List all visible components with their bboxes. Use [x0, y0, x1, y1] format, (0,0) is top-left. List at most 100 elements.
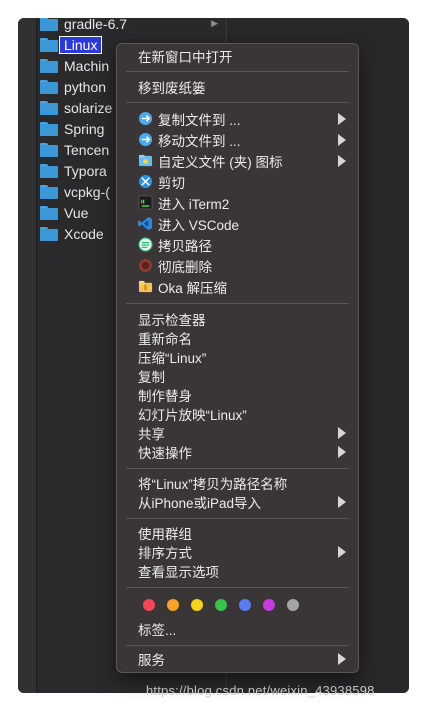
- submenu-arrow-icon: [338, 113, 346, 125]
- menu-item-copy-file-to[interactable]: 复制文件到 ...: [117, 109, 358, 129]
- menu-item-label: 制作替身: [138, 389, 192, 404]
- menu-item-compress[interactable]: 压缩“Linux”: [117, 347, 358, 367]
- menu-item-copy-path[interactable]: 拷贝路径: [117, 235, 358, 255]
- menu-item-label: 拷贝路径: [158, 239, 212, 254]
- menu-item-label: 剪切: [158, 176, 185, 191]
- submenu-arrow-icon: [338, 155, 346, 167]
- submenu-arrow-icon: [338, 496, 346, 508]
- menu-item-open-new-window[interactable]: 在新窗口中打开: [117, 46, 358, 66]
- menu-item-label: 查看显示选项: [138, 565, 219, 580]
- chevron-right-icon: ▶: [211, 18, 218, 28]
- menu-separator: [126, 303, 349, 304]
- menu-item-label: 彻底删除: [158, 260, 212, 275]
- sidebar-pane: [18, 18, 36, 693]
- menu-item-label: 压缩“Linux”: [138, 351, 207, 366]
- archive-icon: [138, 280, 153, 293]
- menu-item-label: 排序方式: [138, 546, 192, 561]
- menu-item-label: 进入 VSCode: [158, 218, 240, 233]
- menu-item-label: 幻灯片放映“Linux”: [138, 408, 247, 423]
- folder-icon: [40, 100, 58, 115]
- folder-icon: [40, 18, 58, 31]
- menu-item-services[interactable]: 服务: [117, 649, 358, 669]
- menu-item-label: 服务: [138, 653, 165, 668]
- menu-item-label: 在新窗口中打开: [138, 50, 233, 65]
- folder-name: Machin: [64, 57, 110, 74]
- folder-item[interactable]: gradle-6.7 ▶: [40, 18, 226, 34]
- menu-separator: [126, 102, 349, 103]
- folder-name: Typora: [64, 162, 107, 179]
- menu-item-use-groups[interactable]: 使用群组: [117, 523, 358, 543]
- menu-item-slideshow[interactable]: 幻灯片放映“Linux”: [117, 404, 358, 424]
- menu-separator: [126, 587, 349, 588]
- folder-icon: [40, 37, 58, 52]
- tag-gray[interactable]: [287, 599, 299, 611]
- folder-name: Linux: [58, 35, 103, 54]
- menu-item-delete-permanently[interactable]: 彻底删除: [117, 256, 358, 276]
- menu-item-duplicate[interactable]: 复制: [117, 366, 358, 386]
- menu-item-tags[interactable]: 标签...: [117, 619, 358, 639]
- menu-separator: [126, 518, 349, 519]
- menu-item-label: 使用群组: [138, 527, 192, 542]
- folder-name: Xcode: [64, 225, 104, 242]
- menu-item-sort-by[interactable]: 排序方式: [117, 542, 358, 562]
- submenu-arrow-icon: [338, 546, 346, 558]
- menu-item-label: 重新命名: [138, 332, 192, 347]
- folder-icon: [40, 184, 58, 199]
- iterm-icon: [138, 195, 153, 210]
- menu-item-custom-icon[interactable]: 自定义文件 (夹) 图标: [117, 151, 358, 171]
- menu-separator: [126, 71, 349, 72]
- context-menu: 在新窗口中打开 移到废纸篓 复制文件到 ... 移动文件到 ... 自定义文件 …: [116, 43, 359, 673]
- menu-item-make-alias[interactable]: 制作替身: [117, 385, 358, 405]
- menu-item-label: 复制文件到 ...: [158, 113, 241, 128]
- folder-name: gradle-6.7: [64, 18, 128, 32]
- menu-item-enter-vscode[interactable]: 进入 VSCode: [117, 214, 358, 234]
- folder-icon: [40, 121, 58, 136]
- menu-item-label: 快速操作: [138, 446, 192, 461]
- folder-name: Spring: [64, 120, 105, 137]
- menu-item-move-to-trash[interactable]: 移到废纸篓: [117, 77, 358, 97]
- menu-item-move-file-to[interactable]: 移动文件到 ...: [117, 130, 358, 150]
- folder-name: python: [64, 78, 107, 95]
- tag-red[interactable]: [143, 599, 155, 611]
- menu-separator: [126, 468, 349, 469]
- menu-item-quick-actions[interactable]: 快速操作: [117, 442, 358, 462]
- folder-icon: [40, 58, 58, 73]
- menu-item-cut[interactable]: 剪切: [117, 172, 358, 192]
- submenu-arrow-icon: [338, 427, 346, 439]
- tag-green[interactable]: [215, 599, 227, 611]
- folder-icon: [40, 163, 58, 178]
- menu-item-label: 显示检查器: [138, 313, 206, 328]
- menu-item-label: 将“Linux”拷贝为路径名称: [138, 477, 288, 492]
- copy-file-icon: [138, 111, 153, 126]
- menu-item-import-from-iphone[interactable]: 从iPhone或iPad导入: [117, 492, 358, 512]
- menu-item-show-view-options[interactable]: 查看显示选项: [117, 561, 358, 581]
- watermark-text: https://blog.csdn.net/weixin_43938598: [146, 683, 375, 698]
- menu-item-label: 移动文件到 ...: [158, 134, 241, 149]
- tag-orange[interactable]: [167, 599, 179, 611]
- scissors-icon: [138, 174, 153, 189]
- folder-name: solarize: [64, 99, 113, 116]
- folder-name: vcpkg-(: [64, 183, 110, 200]
- menu-item-share[interactable]: 共享: [117, 423, 358, 443]
- menu-item-label: 共享: [138, 427, 165, 442]
- folder-icon: [40, 205, 58, 220]
- menu-item-oka-unzip[interactable]: Oka 解压缩: [117, 277, 358, 297]
- menu-item-label: 自定义文件 (夹) 图标: [158, 155, 283, 170]
- menu-item-get-info[interactable]: 显示检查器: [117, 309, 358, 329]
- tag-blue[interactable]: [239, 599, 251, 611]
- folder-icon: [40, 142, 58, 157]
- menu-item-enter-iterm2[interactable]: 进入 iTerm2: [117, 193, 358, 213]
- folder-name: Tencen: [64, 141, 110, 158]
- custom-folder-icon: [138, 154, 153, 167]
- menu-item-label: 标签...: [138, 623, 177, 638]
- menu-item-label: 复制: [138, 370, 165, 385]
- copy-path-icon: [138, 237, 153, 252]
- tag-purple[interactable]: [263, 599, 275, 611]
- submenu-arrow-icon: [338, 446, 346, 458]
- move-file-icon: [138, 132, 153, 147]
- menu-item-copy-as-pathname[interactable]: 将“Linux”拷贝为路径名称: [117, 473, 358, 493]
- menu-item-rename[interactable]: 重新命名: [117, 328, 358, 348]
- folder-icon: [40, 226, 58, 241]
- submenu-arrow-icon: [338, 653, 346, 665]
- tag-yellow[interactable]: [191, 599, 203, 611]
